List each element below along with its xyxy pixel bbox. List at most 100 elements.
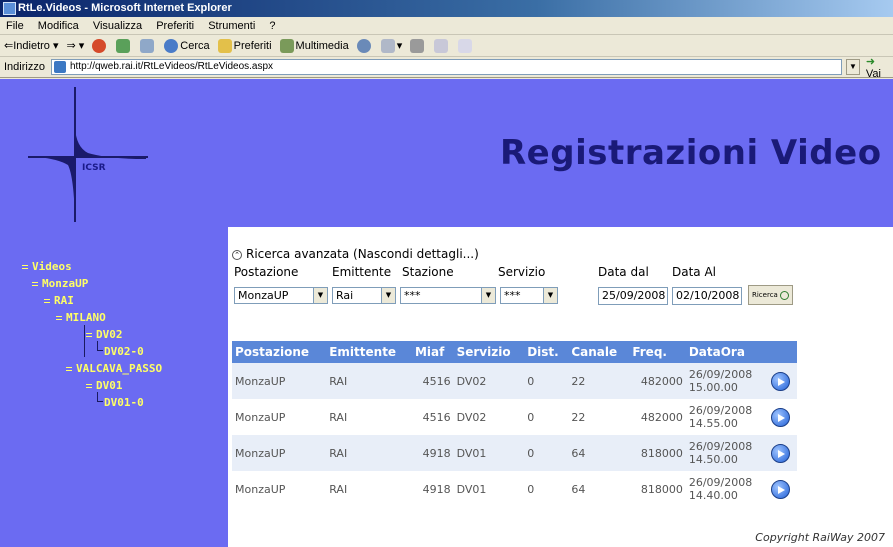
chevron-down-icon[interactable]: ▼	[543, 288, 557, 303]
refresh-button[interactable]	[116, 38, 132, 53]
history-button[interactable]	[356, 38, 373, 53]
chevron-down-icon[interactable]: ▼	[313, 288, 327, 303]
ricerca-button[interactable]: Ricerca	[748, 285, 793, 305]
tree-node-dv02[interactable]: DV02	[86, 328, 123, 341]
tree-label: VALCAVA_PASSO	[76, 362, 163, 375]
stazione-select[interactable]: *** ▼	[400, 287, 496, 304]
go-label: Vai	[865, 67, 881, 80]
back-button[interactable]: ⇐ Indietro ▾	[4, 35, 59, 57]
emittente-select[interactable]: Rai ▼	[332, 287, 396, 304]
tree-node-rai[interactable]: RAI	[44, 294, 74, 307]
play-video-icon[interactable]	[770, 443, 790, 463]
tree-node-dv01[interactable]: DV01	[86, 379, 123, 392]
table-header-row: Postazione Emittente Miaf Servizio Dist.…	[232, 341, 797, 363]
cell-miaf: 4918	[411, 435, 454, 471]
search-button[interactable]: Cerca	[164, 35, 210, 57]
tree-label: MonzaUP	[42, 277, 89, 290]
logo-text: ICSR	[82, 163, 106, 173]
cell-dataora: 26/09/2008 15.00.00	[685, 363, 768, 399]
data-al-input[interactable]: 02/10/2008	[672, 287, 742, 305]
col-dataora[interactable]: DataOra	[685, 341, 768, 363]
menu-help[interactable]: ?	[269, 20, 275, 32]
col-freq[interactable]: Freq.	[629, 341, 686, 363]
chevron-down-icon[interactable]: ▼	[381, 288, 395, 303]
forward-arrow-icon: ⇒	[66, 39, 76, 52]
play-video-icon[interactable]	[770, 371, 790, 391]
tree-node-milano[interactable]: MILANO	[56, 311, 106, 324]
menu-file[interactable]: File	[6, 20, 24, 32]
menu-strumenti[interactable]: Strumenti	[208, 20, 255, 32]
search-people-icon	[779, 290, 789, 300]
cell-canale: 64	[571, 482, 586, 496]
collapse-icon[interactable]	[86, 384, 92, 388]
cell-emittente: RAI	[329, 410, 348, 424]
forward-dropdown-icon[interactable]: ▾	[76, 35, 85, 57]
servizio-value: ***	[504, 289, 521, 302]
cell-time: 14.55.00	[688, 417, 738, 430]
collapse-icon[interactable]	[56, 316, 62, 320]
cell-play	[767, 363, 797, 399]
mail-button[interactable]: ▾	[380, 35, 403, 57]
sidebar: Videos MonzaUP RAI MILANO DV02 DV02-0 VA…	[0, 227, 228, 547]
cell-miaf: 4516	[411, 363, 454, 399]
favorites-icon	[217, 38, 232, 53]
forward-button[interactable]: ⇒ ▾	[67, 35, 85, 57]
collapse-icon[interactable]	[22, 265, 28, 269]
cell-time: 15.00.00	[688, 381, 738, 394]
favorites-button[interactable]: Preferiti	[217, 35, 272, 57]
cell-time: 14.50.00	[688, 453, 738, 466]
collapse-icon[interactable]	[44, 299, 50, 303]
cell-freq: 482000	[640, 410, 683, 424]
play-video-icon[interactable]	[770, 479, 790, 499]
collapse-icon[interactable]	[32, 282, 38, 286]
multimedia-button[interactable]: Multimedia	[279, 35, 349, 57]
menu-visualizza[interactable]: Visualizza	[93, 20, 142, 32]
discuss-button[interactable]	[458, 38, 474, 53]
refresh-icon	[116, 38, 131, 53]
cell-freq: 818000	[629, 435, 686, 471]
go-button[interactable]: ➜ Vai	[866, 55, 893, 80]
table-row: MonzaUP RAI 4918 DV01 0 64 818000 26/09/…	[232, 435, 797, 471]
cell-servizio: DV02	[456, 410, 487, 424]
back-dropdown-icon[interactable]: ▾	[50, 35, 59, 57]
menu-modifica[interactable]: Modifica	[38, 20, 79, 32]
chevron-down-icon[interactable]: ▼	[481, 288, 495, 303]
tree-node-valcava-passo[interactable]: VALCAVA_PASSO	[66, 362, 162, 375]
collapse-icon[interactable]	[86, 333, 92, 337]
data-al-label: Data Al	[672, 265, 717, 279]
play-video-icon[interactable]	[770, 407, 790, 427]
cell-emittente: RAI	[326, 363, 412, 399]
address-input[interactable]: http://qweb.rai.it/RtLeVideos/RtLeVideos…	[50, 59, 842, 75]
video-tree: Videos MonzaUP RAI MILANO DV02 DV02-0 VA…	[0, 227, 228, 547]
edit-button[interactable]	[434, 38, 450, 53]
postazione-select[interactable]: MonzaUP ▼	[234, 287, 328, 304]
stop-button[interactable]	[92, 38, 108, 53]
tree-node-videos[interactable]: Videos	[22, 260, 72, 273]
tree-node-dv02-0[interactable]: DV02-0	[104, 345, 144, 358]
cell-postazione: MonzaUP	[232, 435, 327, 471]
advanced-search-toggle[interactable]: ⌃ Ricerca avanzata (Nascondi dettagli...)	[232, 247, 479, 261]
collapse-arrows-icon: ⌃	[232, 249, 242, 260]
emittente-value: Rai	[336, 289, 354, 302]
tree-node-dv01-0[interactable]: DV01-0	[104, 396, 144, 409]
address-dropdown-icon[interactable]: ▼	[845, 59, 860, 75]
menu-preferiti[interactable]: Preferiti	[156, 20, 194, 32]
mail-dropdown-icon[interactable]: ▾	[397, 35, 403, 57]
print-button[interactable]	[410, 38, 426, 53]
col-miaf[interactable]: Miaf	[411, 341, 454, 363]
servizio-select[interactable]: *** ▼	[500, 287, 558, 304]
ricerca-label: Ricerca	[752, 291, 778, 299]
cell-date: 26/09/2008	[688, 476, 753, 489]
col-postazione[interactable]: Postazione	[232, 341, 327, 363]
col-servizio[interactable]: Servizio	[453, 341, 525, 363]
collapse-icon[interactable]	[66, 367, 72, 371]
data-dal-input[interactable]: 25/09/2008	[598, 287, 668, 305]
col-canale[interactable]: Canale	[568, 341, 630, 363]
home-button[interactable]	[140, 38, 156, 53]
address-bar: Indirizzo http://qweb.rai.it/RtLeVideos/…	[0, 55, 893, 80]
col-emittente[interactable]: Emittente	[326, 341, 412, 363]
tree-node-monzaup[interactable]: MonzaUP	[32, 277, 88, 290]
multimedia-icon	[279, 38, 294, 53]
col-dist[interactable]: Dist.	[524, 341, 569, 363]
table-row: MonzaUP RAI 4516 DV02 0 22 482000 26/09/…	[232, 399, 797, 435]
